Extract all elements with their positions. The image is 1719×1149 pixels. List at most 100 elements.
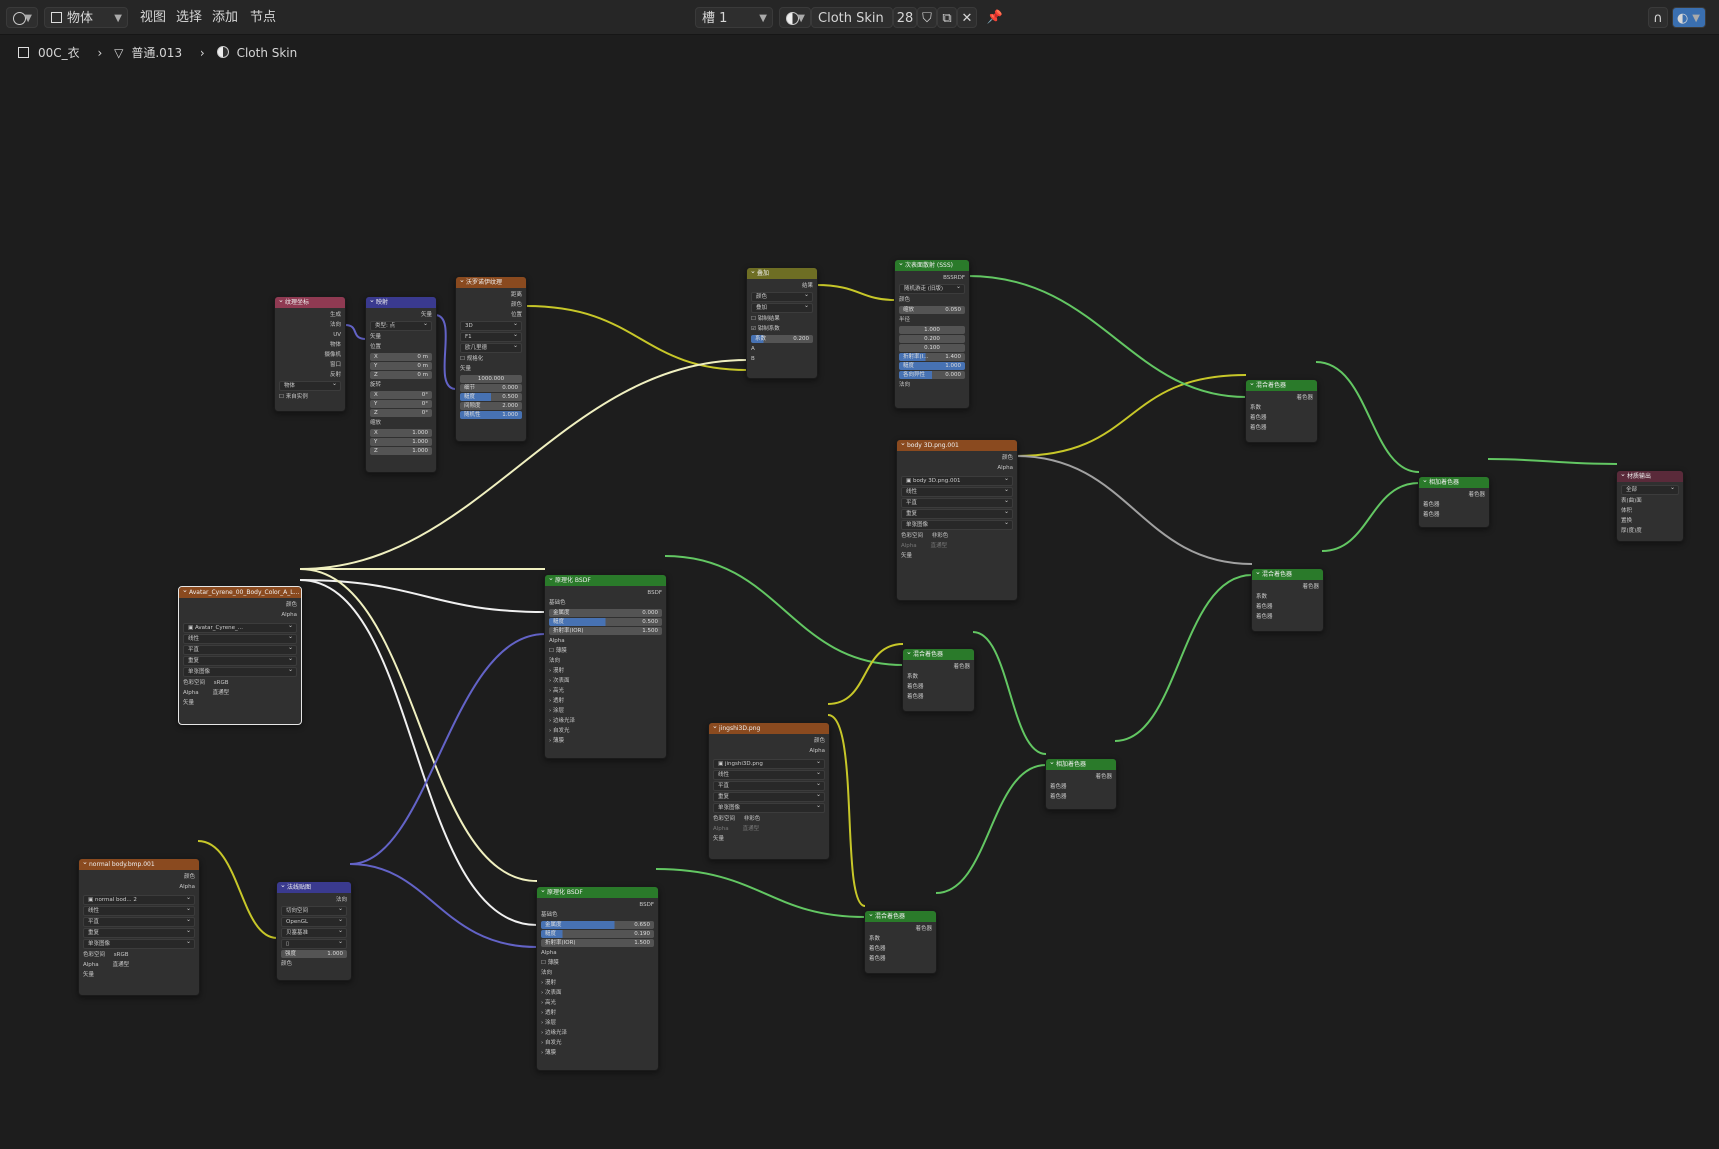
panel-transmission[interactable]: › 透射 — [541, 1008, 654, 1018]
loc-z[interactable]: Z 0 m — [370, 371, 432, 379]
source-dropdown[interactable]: 单张图像 — [83, 938, 195, 949]
node-header[interactable]: 混合着色器 — [865, 911, 936, 922]
panel-sheen[interactable]: › 边缘光泽 — [541, 1028, 654, 1038]
node-header[interactable]: 原理化 BSDF — [545, 575, 666, 586]
alpha-mode-row[interactable]: Alpha 直通型 — [183, 688, 297, 698]
object-picker[interactable]: 物体 — [279, 380, 341, 391]
roughness-field[interactable]: 糙度 0.190 — [541, 930, 654, 938]
node-mix-shader-4[interactable]: 混合着色器 着色器 系数 着色器 着色器 — [864, 910, 937, 974]
node-normal-map[interactable]: 法线贴图 法向 切向空间 OpenGL 贝塞基准 ▯ 强度 1.000 颜色 — [276, 881, 352, 981]
node-voronoi-texture[interactable]: 沃罗诺伊纹理 距离 颜色 位置 3D F1 欧几里德 ☐ 规格化 矢量 1000… — [455, 276, 527, 442]
node-mix-shader-1[interactable]: 混合着色器 着色器 系数 着色器 着色器 — [1245, 379, 1318, 443]
node-header[interactable]: Avatar_Cyrene_00_Body_Color_A_L... — [179, 587, 301, 598]
extension-dropdown[interactable]: 重复 — [83, 927, 195, 938]
node-header[interactable]: 纹理坐标 — [275, 297, 345, 308]
extension-dropdown[interactable]: 重复 — [713, 791, 825, 802]
node-texture-coordinate[interactable]: 纹理坐标 生成 法向 UV 物体 摄像机 窗口 反射 物体 ☐ 来自实例 — [274, 296, 346, 412]
node-mix-shader-3[interactable]: 混合着色器 着色器 系数 着色器 着色器 — [902, 648, 975, 712]
panel-subsurface[interactable]: › 次表面 — [549, 676, 662, 686]
alpha-mode-row[interactable]: Alpha 直通型 — [713, 824, 825, 834]
panel-coat[interactable]: › 涂层 — [541, 1018, 654, 1028]
panel-subsurface[interactable]: › 次表面 — [541, 988, 654, 998]
radius-z[interactable]: 0.100 — [899, 344, 965, 352]
projection-dropdown[interactable]: 平直 — [183, 644, 297, 655]
normalize-checkbox[interactable]: ☐ 规格化 — [460, 354, 522, 364]
node-header[interactable]: 相加着色器 — [1419, 477, 1489, 488]
node-add-shader-1[interactable]: 相加着色器 着色器 着色器 着色器 — [1418, 476, 1490, 528]
method-dropdown[interactable]: 随机游走 (旧版) — [899, 283, 965, 294]
panel-specular[interactable]: › 高光 — [549, 686, 662, 696]
panel-emission[interactable]: › 自发光 — [541, 1038, 654, 1048]
node-image-texture-jingshi[interactable]: jingshi3D.png 颜色 Alpha ▣ jingshi3D.png 线… — [708, 722, 830, 860]
interpolation-dropdown[interactable]: 线性 — [83, 905, 195, 916]
convention-dropdown[interactable]: OpenGL — [281, 916, 347, 927]
node-add-shader-2[interactable]: 相加着色器 着色器 着色器 着色器 — [1045, 758, 1117, 810]
ior-field[interactable]: 折射率(IOR) 1.500 — [549, 627, 662, 635]
node-header[interactable]: 相加着色器 — [1046, 759, 1116, 770]
clamp-result-checkbox[interactable]: ☐ 钳制结果 — [751, 314, 813, 324]
panel-transmission[interactable]: › 透射 — [549, 696, 662, 706]
node-header[interactable]: body 3D.png.001 — [897, 440, 1017, 451]
node-subsurface-scattering[interactable]: 次表面散射 (SSS) BSSRDF 随机游走 (旧版) 颜色 缩放0.050 … — [894, 259, 970, 409]
panel-diffuse[interactable]: › 漫射 — [549, 666, 662, 676]
space-dropdown[interactable]: 切向空间 — [281, 905, 347, 916]
node-mix-overlay[interactable]: 叠加 结果 颜色 叠加 ☐ 钳制结果 ☑ 钳制系数 系数 0.200 A B — [746, 267, 818, 379]
rot-z[interactable]: Z 0° — [370, 409, 432, 417]
metallic-field[interactable]: 金属度 0.000 — [549, 609, 662, 617]
scale-field[interactable]: 1000.000 — [460, 375, 522, 383]
scale-z[interactable]: Z 1.000 — [370, 447, 432, 455]
colorspace-row[interactable]: 色彩空间 sRGB — [83, 950, 195, 960]
target-dropdown[interactable]: 全部 — [1621, 484, 1679, 495]
node-canvas[interactable]: 纹理坐标 生成 法向 UV 物体 摄像机 窗口 反射 物体 ☐ 来自实例 映射 … — [0, 35, 1719, 1149]
image-selector[interactable]: ▣ Avatar_Cyrene_... — [183, 622, 297, 633]
node-mapping[interactable]: 映射 矢量 类型: 点 矢量 位置 X0 m Y0 m Z0 m 旋转 X0° … — [365, 296, 437, 473]
node-image-texture-body3d[interactable]: body 3D.png.001 颜色 Alpha ▣ body 3D.png.0… — [896, 439, 1018, 601]
extension-dropdown[interactable]: 重复 — [901, 508, 1013, 519]
colorspace-row[interactable]: 色彩空间 sRGB — [183, 678, 297, 688]
node-image-texture-normal[interactable]: normal body.bmp.001 颜色 Alpha ▣ normal bo… — [78, 858, 200, 996]
radius-y[interactable]: 0.200 — [899, 335, 965, 343]
detail-field[interactable]: 细节 0.000 — [460, 384, 522, 392]
ior-field[interactable]: 折射率(I... 1.400 — [899, 353, 965, 361]
panel-coat[interactable]: › 涂层 — [549, 706, 662, 716]
lacunarity-field[interactable]: 间隙度 2.000 — [460, 402, 522, 410]
image-selector[interactable]: ▣ body 3D.png.001 — [901, 475, 1013, 486]
node-principled-bsdf-2[interactable]: 原理化 BSDF BSDF 基础色 金属度 0.650 糙度 0.190 折射率(I… — [536, 886, 659, 1071]
node-header[interactable]: 材质输出 — [1617, 471, 1683, 482]
node-header[interactable]: 法线贴图 — [277, 882, 351, 893]
node-header[interactable]: 叠加 — [747, 268, 817, 279]
panel-emission[interactable]: › 自发光 — [549, 726, 662, 736]
interpolation-dropdown[interactable]: 线性 — [183, 633, 297, 644]
projection-dropdown[interactable]: 平直 — [901, 497, 1013, 508]
node-material-output[interactable]: 材质输出 全部 表(曲)面 体积 置换 厚(度)度 — [1616, 470, 1684, 542]
mapping-type-dropdown[interactable]: 类型: 点 — [370, 320, 432, 331]
panel-specular[interactable]: › 高光 — [541, 998, 654, 1008]
thin-film-checkbox[interactable]: ☐ 薄膜 — [541, 958, 654, 968]
roughness-field[interactable]: 糙度 1.000 — [899, 362, 965, 370]
from-instancer-checkbox[interactable]: ☐ 来自实例 — [279, 392, 341, 402]
extension-dropdown[interactable]: 重复 — [183, 655, 297, 666]
randomness-field[interactable]: 随机性 1.000 — [460, 411, 522, 419]
projection-dropdown[interactable]: 平直 — [83, 916, 195, 927]
node-mix-shader-2[interactable]: 混合着色器 着色器 系数 着色器 着色器 — [1251, 568, 1324, 632]
interpolation-dropdown[interactable]: 线性 — [713, 769, 825, 780]
feature-dropdown[interactable]: F1 — [460, 331, 522, 342]
source-dropdown[interactable]: 单张图像 — [183, 666, 297, 677]
node-header[interactable]: 沃罗诺伊纹理 — [456, 277, 526, 288]
roughness-field[interactable]: 糙度 0.500 — [549, 618, 662, 626]
uv-map-dropdown[interactable]: 贝塞基准 — [281, 927, 347, 938]
node-header[interactable]: jingshi3D.png — [709, 723, 829, 734]
thin-film-checkbox[interactable]: ☐ 薄膜 — [549, 646, 662, 656]
node-header[interactable]: normal body.bmp.001 — [79, 859, 199, 870]
colorspace-row[interactable]: 色彩空间 非彩色 — [901, 531, 1013, 541]
scale-field[interactable]: 缩放 0.050 — [899, 306, 965, 314]
metric-dropdown[interactable]: 欧几里德 — [460, 342, 522, 353]
alpha-mode-row[interactable]: Alpha 直通型 — [901, 541, 1013, 551]
blend-mode-dropdown[interactable]: 叠加 — [751, 302, 813, 313]
roughness-field[interactable]: 糙度 0.500 — [460, 393, 522, 401]
uv-map-field[interactable]: ▯ — [281, 938, 347, 949]
projection-dropdown[interactable]: 平直 — [713, 780, 825, 791]
image-selector[interactable]: ▣ jingshi3D.png — [713, 758, 825, 769]
factor-field[interactable]: 系数 0.200 — [751, 335, 813, 343]
loc-x[interactable]: X 0 m — [370, 353, 432, 361]
